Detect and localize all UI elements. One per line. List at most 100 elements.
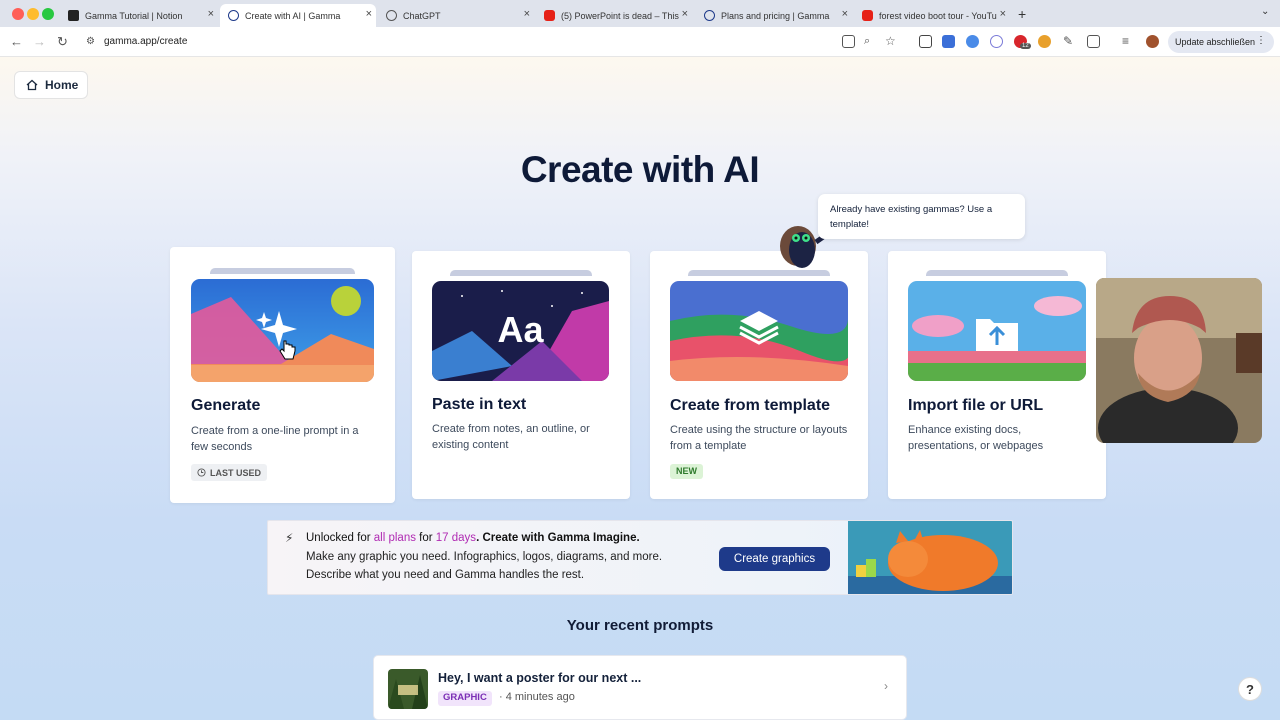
- chatgpt-icon: [386, 10, 397, 21]
- tab-title: Plans and pricing | Gamma: [721, 10, 830, 21]
- close-tab-icon[interactable]: ×: [366, 8, 372, 20]
- create-graphics-button[interactable]: Create graphics: [719, 547, 830, 571]
- recent-prompt-text: Hey, I want a poster for our next ...: [438, 671, 642, 685]
- browser-tab[interactable]: forest video boot tour - YouTu ×: [854, 4, 1010, 27]
- last-used-badge: LAST USED: [191, 464, 268, 481]
- extension-count-badge: 12: [1020, 43, 1031, 49]
- home-icon: [26, 79, 38, 91]
- card-description: Create using the structure or layouts fr…: [670, 424, 848, 452]
- import-card[interactable]: Import file or URL Enhance existing docs…: [888, 251, 1106, 499]
- more-menu-icon[interactable]: ⋮: [1256, 35, 1266, 46]
- paste-text-thumbnail: Aa: [432, 281, 609, 381]
- notion-icon: [68, 10, 79, 21]
- tab-title: Gamma Tutorial | Notion: [85, 10, 183, 21]
- translate-extension-icon[interactable]: [942, 35, 955, 48]
- browser-tab[interactable]: (5) PowerPoint is dead – This ×: [536, 4, 692, 27]
- badge-label: LAST USED: [210, 467, 262, 478]
- close-window-button[interactable]: [12, 8, 24, 20]
- zoom-icon[interactable]: ⌕: [864, 35, 870, 48]
- card-title: Import file or URL: [908, 397, 1044, 414]
- lightning-icon: ⚡︎: [285, 531, 294, 545]
- reading-list-icon[interactable]: ≡: [1122, 34, 1129, 48]
- audio-extension-icon[interactable]: [990, 35, 1003, 48]
- tag-extension-icon[interactable]: [966, 35, 979, 48]
- close-tab-icon[interactable]: ×: [842, 8, 848, 20]
- card-description: Create from a one-line prompt in a few s…: [191, 425, 359, 453]
- card-title: Generate: [191, 397, 261, 414]
- banner-text: for: [415, 532, 436, 544]
- thumb-stack: [210, 268, 355, 274]
- chevron-right-icon[interactable]: ›: [884, 679, 888, 693]
- install-app-icon[interactable]: [842, 35, 855, 48]
- hand-cursor-icon: [279, 340, 296, 360]
- close-tab-icon[interactable]: ×: [208, 8, 214, 20]
- color-extension-icon[interactable]: [1038, 35, 1051, 48]
- card-title: Create from template: [670, 397, 831, 414]
- banner-description: Describe what you need and Gamma handles…: [306, 569, 585, 581]
- gamma-icon: [228, 10, 239, 21]
- banner-headline: Unlocked for all plans for 17 days. Crea…: [306, 532, 640, 544]
- puzzle-extensions-icon[interactable]: [1087, 35, 1100, 48]
- banner-text: Unlocked for: [306, 532, 374, 544]
- recent-prompts-heading: Your recent prompts: [566, 617, 714, 634]
- help-button[interactable]: ?: [1238, 677, 1262, 701]
- webcam-overlay: [1096, 278, 1262, 443]
- close-tab-icon[interactable]: ×: [682, 8, 688, 20]
- zoom-window-button[interactable]: [42, 8, 54, 20]
- close-tab-icon[interactable]: ×: [524, 8, 530, 20]
- template-card[interactable]: Create from template Create using the st…: [650, 251, 868, 499]
- thumbnail-text: Aa: [497, 309, 544, 350]
- update-button-label: Update abschließen: [1175, 37, 1256, 47]
- generate-card[interactable]: Generate Create from a one-line prompt i…: [170, 247, 395, 503]
- site-settings-icon[interactable]: ⚙: [86, 36, 95, 47]
- template-thumbnail: [670, 281, 848, 381]
- browser-tab-bar: Gamma Tutorial | Notion × Create with AI…: [0, 0, 1280, 27]
- cat-illustration: [848, 521, 1012, 594]
- tab-search-chevron-icon[interactable]: ⌄: [1261, 6, 1269, 17]
- screenshot-extension-icon[interactable]: [919, 35, 932, 48]
- pen-extension-icon[interactable]: ✎: [1063, 34, 1073, 48]
- imagine-promo-banner: ⚡︎ Unlocked for all plans for 17 days. C…: [267, 520, 1013, 595]
- tab-title: (5) PowerPoint is dead – This: [561, 10, 679, 21]
- graphic-tag: GRAPHIC: [438, 691, 492, 706]
- tab-title: Create with AI | Gamma: [245, 10, 341, 21]
- tab-title: forest video boot tour - YouTu: [879, 10, 997, 21]
- new-tab-icon[interactable]: +: [1018, 6, 1026, 22]
- card-title: Paste in text: [432, 396, 527, 413]
- thumb-stack: [926, 270, 1068, 276]
- thumb-stack: [450, 270, 592, 276]
- new-badge: NEW: [670, 464, 703, 479]
- banner-text-bold: . Create with Gamma Imagine.: [476, 532, 640, 544]
- home-button[interactable]: Home: [14, 71, 88, 99]
- tab-title: ChatGPT: [403, 10, 441, 21]
- browser-tab[interactable]: ChatGPT ×: [378, 4, 534, 27]
- youtube-icon: [544, 10, 555, 21]
- url-field[interactable]: gamma.app/create: [104, 36, 187, 47]
- card-description: Enhance existing docs, presentations, or…: [908, 424, 1044, 452]
- browser-tab[interactable]: Plans and pricing | Gamma ×: [696, 4, 852, 27]
- recent-prompt-thumbnail: [388, 669, 428, 709]
- back-arrow-icon[interactable]: ←: [10, 34, 23, 49]
- browser-tab[interactable]: Gamma Tutorial | Notion ×: [60, 4, 218, 27]
- reload-icon[interactable]: ↻: [57, 34, 68, 50]
- update-browser-button[interactable]: Update abschließen ⋮: [1168, 31, 1274, 53]
- browser-tab-active[interactable]: Create with AI | Gamma ×: [220, 4, 376, 27]
- paste-text-card[interactable]: Aa Paste in text Create from notes, an o…: [412, 251, 630, 499]
- banner-highlight-plans: all plans: [373, 532, 416, 544]
- template-tooltip: Already have existing gammas? Use a temp…: [818, 194, 1025, 239]
- page-title: Create with AI: [520, 149, 760, 190]
- minimize-window-button[interactable]: [27, 8, 39, 20]
- card-description: Create from notes, an outline, or existi…: [432, 423, 590, 451]
- profile-avatar[interactable]: [1146, 35, 1159, 48]
- gamma-icon: [704, 10, 715, 21]
- banner-description: Make any graphic you need. Infographics,…: [306, 551, 663, 563]
- bookmark-star-icon[interactable]: ☆: [885, 34, 896, 48]
- address-bar: ← → ↻ ⚙ gamma.app/create ⌕ ☆ 12 ✎ ≡ Upda…: [0, 27, 1280, 57]
- close-tab-icon[interactable]: ×: [1000, 8, 1006, 20]
- forward-arrow-icon[interactable]: →: [33, 34, 46, 49]
- recent-prompt-item[interactable]: Hey, I want a poster for our next ... GR…: [373, 655, 907, 720]
- banner-highlight-days: 17 days: [435, 532, 477, 544]
- create-page: Home Create with AI Generate Create from…: [0, 57, 1280, 720]
- generate-thumbnail: [191, 279, 374, 382]
- import-thumbnail: [908, 281, 1086, 381]
